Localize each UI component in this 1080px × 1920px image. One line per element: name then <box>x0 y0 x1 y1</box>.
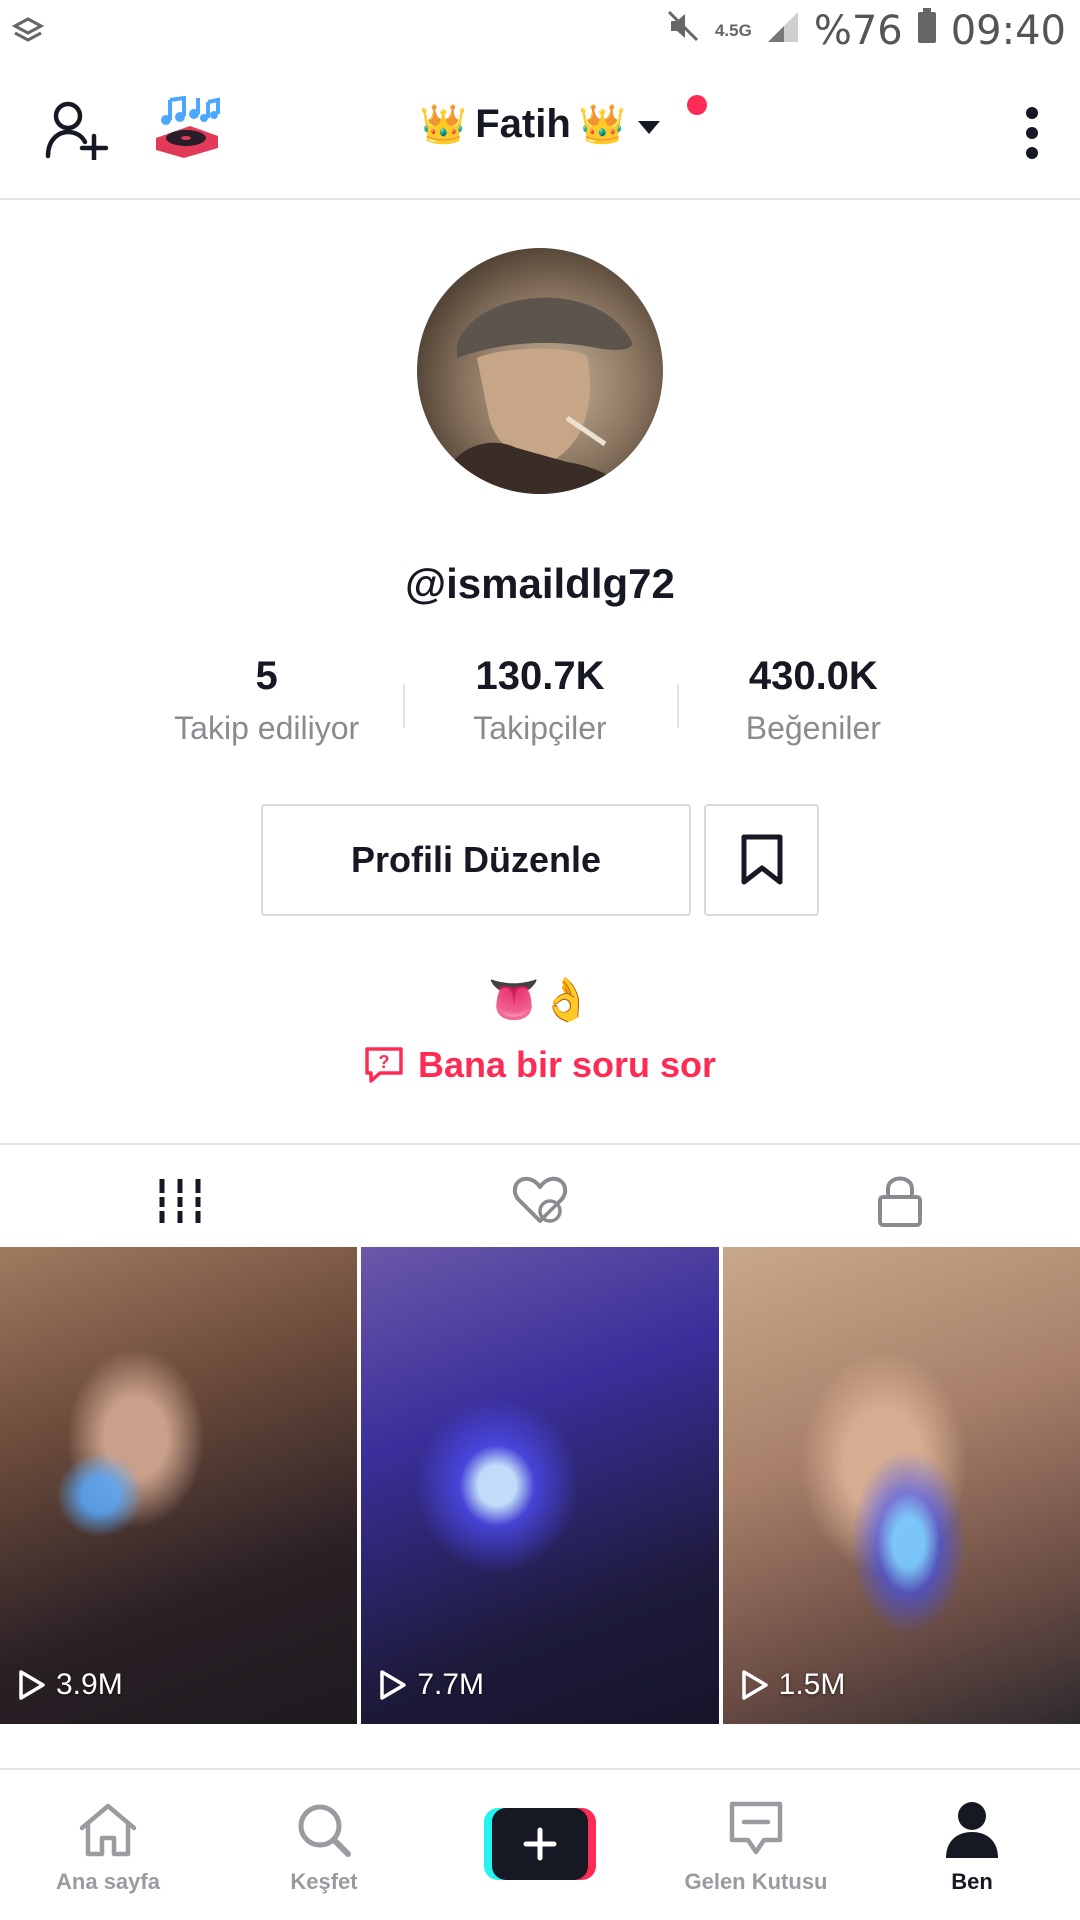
likes-label: Beğeniler <box>745 710 881 746</box>
profile-header: 👑 Fatih 👑 <box>0 64 1080 200</box>
search-icon <box>298 1804 351 1857</box>
profile-display-name: Fatih <box>475 102 571 146</box>
nav-inbox[interactable]: Gelen Kutusu <box>676 1800 836 1895</box>
nav-inbox-label: Gelen Kutusu <box>684 1869 828 1894</box>
layers-icon <box>11 12 45 57</box>
content-tabs <box>0 1143 1080 1252</box>
battery-icon <box>917 8 937 54</box>
likes-count: 430.0K <box>748 654 878 698</box>
view-count: 1.5M <box>741 1668 846 1702</box>
chevron-down-icon <box>638 121 661 134</box>
bio-text: 👅👌 <box>487 976 593 1023</box>
ask-question-link[interactable]: ? Bana bir soru sor <box>0 1044 1080 1086</box>
nav-me-label: Ben <box>951 1869 993 1894</box>
bookmark-icon <box>741 834 782 885</box>
followers-label: Takipçiler <box>473 710 607 746</box>
likes-stat[interactable]: 430.0K Beğeniler <box>676 648 950 758</box>
crown-icon: 👑 <box>578 103 627 146</box>
followers-count: 130.7K <box>475 654 605 698</box>
ask-question-label: Bana bir soru sor <box>417 1044 717 1085</box>
favorites-button[interactable] <box>704 804 819 916</box>
inbox-icon <box>729 1801 783 1855</box>
username: @ismaildlg72 <box>405 560 675 607</box>
lock-icon <box>878 1176 922 1227</box>
nav-home[interactable]: Ana sayfa <box>28 1800 188 1895</box>
view-count-text: 1.5M <box>778 1668 846 1701</box>
video-thumbnail[interactable]: 3.9M <box>0 1247 358 1724</box>
question-bubble-icon: ? <box>365 1047 403 1083</box>
hidden-heart-icon <box>512 1176 568 1223</box>
nav-discover[interactable]: Keşfet <box>244 1800 404 1895</box>
nav-discover-label: Keşfet <box>290 1869 358 1894</box>
status-bar: 4.5G %76 09:40 <box>0 0 1080 64</box>
play-icon <box>380 1670 407 1700</box>
view-count: 3.9M <box>18 1668 123 1702</box>
video-thumbnail[interactable]: 7.7M <box>361 1247 719 1724</box>
edit-profile-button[interactable]: Profili Düzenle <box>261 804 691 916</box>
home-icon <box>79 1803 137 1857</box>
video-grid: 3.9M 7.7M 1.5M <box>0 1247 1080 1724</box>
view-count-text: 7.7M <box>417 1668 485 1701</box>
clock: 09:40 <box>950 8 1066 54</box>
view-count: 7.7M <box>379 1668 484 1702</box>
tab-liked[interactable] <box>510 1171 570 1231</box>
bottom-navigation: Ana sayfa Keşfet Gelen Kutusu Ben <box>0 1768 1080 1920</box>
view-count-text: 3.9M <box>56 1668 123 1701</box>
network-type: 4.5G <box>714 21 752 40</box>
notification-dot <box>687 95 707 115</box>
video-thumbnail[interactable]: 1.5M <box>722 1247 1080 1724</box>
profile-stats: 5 Takip ediliyor 130.7K Takipçiler 430.0… <box>130 648 950 758</box>
account-switcher[interactable]: 👑 Fatih 👑 <box>0 102 1080 147</box>
more-options-icon[interactable] <box>1024 106 1040 165</box>
mute-icon <box>665 8 701 54</box>
profile-screen: 4.5G %76 09:40 👑 Fatih 👑 @ismaildlg72 5 … <box>0 0 1080 1920</box>
play-icon <box>741 1670 768 1700</box>
avatar[interactable] <box>417 248 663 494</box>
following-count: 5 <box>255 654 278 698</box>
tab-videos[interactable] <box>130 1171 234 1252</box>
tab-private[interactable] <box>870 1171 930 1231</box>
profile-icon <box>946 1802 998 1858</box>
play-icon <box>19 1670 45 1700</box>
signal-icon <box>766 9 800 54</box>
create-video-button[interactable] <box>484 1808 596 1880</box>
followers-stat[interactable]: 130.7K Takipçiler <box>403 648 676 758</box>
nav-me[interactable]: Ben <box>892 1800 1052 1895</box>
crown-icon: 👑 <box>419 103 468 146</box>
following-stat[interactable]: 5 Takip ediliyor <box>130 648 403 758</box>
battery-percent: %76 <box>813 8 903 54</box>
plus-icon <box>523 1827 557 1861</box>
following-label: Takip ediliyor <box>174 710 360 746</box>
nav-home-label: Ana sayfa <box>56 1869 160 1894</box>
grid-icon <box>156 1179 204 1223</box>
svg-text:?: ? <box>378 1052 389 1072</box>
